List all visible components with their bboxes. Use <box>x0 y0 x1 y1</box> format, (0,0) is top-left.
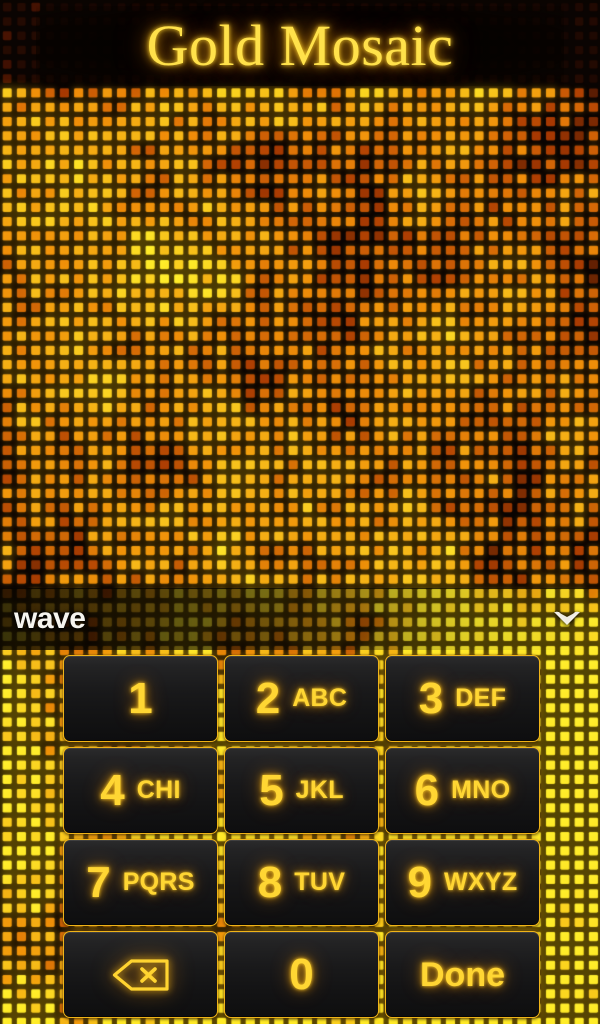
key-1[interactable]: 1 <box>63 655 218 742</box>
key-2-letters: ABC <box>292 684 348 712</box>
key-4-digit: 4 <box>100 765 125 815</box>
key-9[interactable]: 9 WXYZ <box>385 839 540 926</box>
key-5-letters: JKL <box>295 776 344 804</box>
key-8-digit: 8 <box>257 857 283 907</box>
key-done[interactable]: Done <box>385 931 540 1018</box>
key-done-label: Done <box>420 955 505 994</box>
key-5[interactable]: 5 JKL <box>224 747 379 834</box>
numeric-keypad: 1 2 ABC 3 DEF 4 CHI 5 JKL 6 MNO 7 PQRS 8… <box>63 655 540 1024</box>
key-3-letters: DEF <box>455 684 507 712</box>
key-9-letters: WXYZ <box>444 868 518 896</box>
input-bar[interactable]: wave <box>0 588 600 650</box>
key-3-digit: 3 <box>418 673 444 723</box>
key-4-letters: CHI <box>136 776 181 804</box>
key-2-digit: 2 <box>255 673 281 723</box>
key-6-digit: 6 <box>414 765 440 815</box>
composing-text: wave <box>14 602 86 635</box>
key-5-digit: 5 <box>259 765 284 815</box>
key-7-digit: 7 <box>86 857 111 907</box>
key-9-digit: 9 <box>407 857 433 907</box>
key-8-letters: TUV <box>294 868 346 896</box>
key-7-letters: PQRS <box>122 868 195 896</box>
phone-screen: Gold Mosaic wave 1 2 ABC 3 DEF 4 CHI 5 J… <box>0 0 600 1024</box>
key-8[interactable]: 8 TUV <box>224 839 379 926</box>
key-0[interactable]: 0 <box>224 931 379 1018</box>
key-backspace[interactable] <box>63 931 218 1018</box>
chevron-down-icon[interactable] <box>544 599 590 639</box>
key-0-digit: 0 <box>289 949 314 999</box>
key-2[interactable]: 2 ABC <box>224 655 379 742</box>
key-7[interactable]: 7 PQRS <box>63 839 218 926</box>
key-3[interactable]: 3 DEF <box>385 655 540 742</box>
key-6-letters: MNO <box>451 776 511 804</box>
key-6[interactable]: 6 MNO <box>385 747 540 834</box>
key-1-digit: 1 <box>128 673 153 723</box>
backspace-icon <box>111 958 171 992</box>
key-4[interactable]: 4 CHI <box>63 747 218 834</box>
